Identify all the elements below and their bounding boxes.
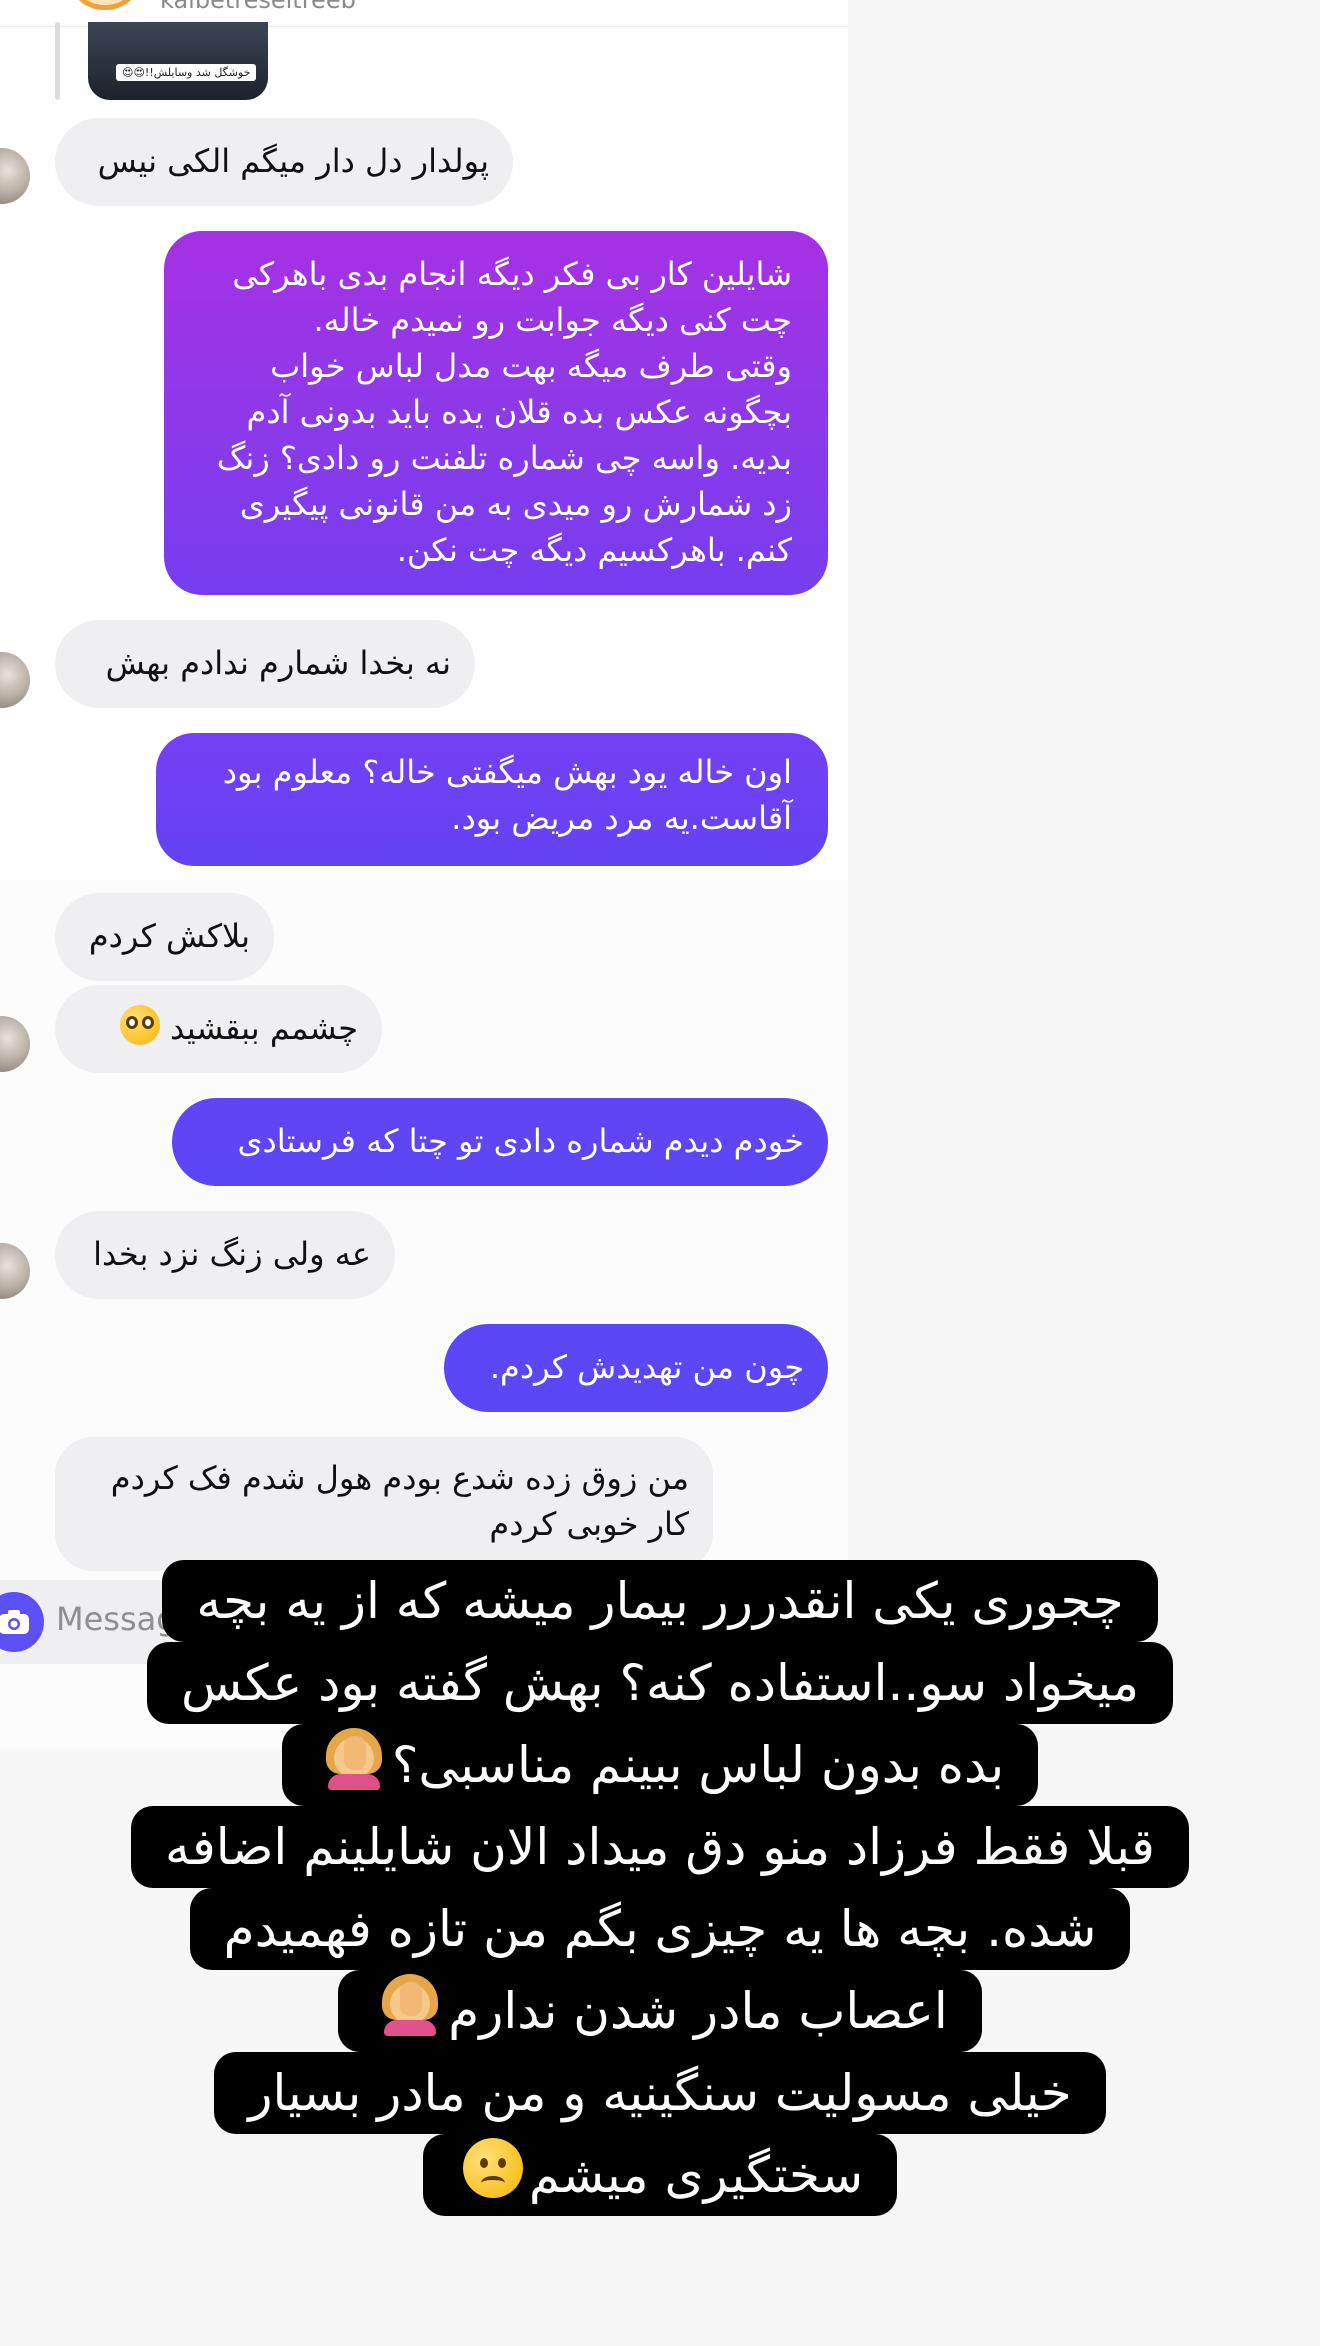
message-line: کنم. باهرکسیم دیگه چت نکن.: [396, 531, 792, 569]
story-line-text: سختگیری میشم: [528, 2146, 864, 2204]
outgoing-message[interactable]: چون من تهدیدش کردم.: [444, 1324, 828, 1412]
message-text: عه ولی زنگ نزد بخدا: [93, 1235, 371, 1273]
story-line: شده. بچه ها یه چیزی بگم من تازه فهمیدم: [189, 1888, 1131, 1970]
outgoing-message[interactable]: شایلین کار بی فکر دیگه انجام بدی باهرکی …: [164, 231, 828, 595]
message-line: آقاست.یه مرد مریض بود.: [451, 799, 792, 837]
message-line: کار خوبی کردم: [489, 1505, 689, 1543]
message-text: چشمم ببقشید: [169, 1009, 358, 1047]
replied-story-caption: خوشگل شد وسایلش!!😍😍: [116, 64, 257, 81]
facepalm-icon: [322, 1726, 386, 1790]
sender-avatar[interactable]: [0, 652, 30, 708]
incoming-message[interactable]: نه بخدا شمارم ندادم بهش: [55, 620, 475, 708]
header-username[interactable]: kalbetreseitreeb: [160, 0, 356, 14]
frowning-face-icon: [462, 2138, 523, 2198]
story-line: سختگیری میشم: [422, 2134, 898, 2216]
message-line: شایلین کار بی فکر دیگه انجام بدی باهرکی: [232, 255, 792, 293]
message-line: بدیه. واسه چی شماره تلفنت رو دادی؟ زنگ: [216, 439, 792, 477]
replied-story-thumbnail[interactable]: خوشگل شد وسایلش!!😍😍: [88, 22, 268, 100]
outgoing-message[interactable]: خودم دیدم شماره دادی تو چتا که فرستادی: [172, 1098, 828, 1186]
story-line-text: اعصاب مادر شدن ندارم: [448, 1982, 948, 2040]
story-line: قبلا فقط فرزاد منو دق میداد الان شایلینم…: [131, 1806, 1189, 1888]
story-line: میخواد سو..استفاده کنه؟ بهش گفته بود عکس: [146, 1642, 1173, 1724]
story-line: اعصاب مادر شدن ندارم: [338, 1970, 982, 2052]
chat-thread: kalbetreseitreeb خوشگل شد وسایلش!!😍😍 پول…: [0, 0, 848, 1750]
story-text-overlay: چجوری یکی انقدررر بیمار میشه که از یه بچ…: [0, 1560, 1320, 2216]
pleading-face-icon: [119, 1005, 160, 1045]
message-text: خودم دیدم شماره دادی تو چتا که فرستادی: [237, 1122, 804, 1160]
story-line-text: بده بدون لباس ببینم مناسبی؟: [391, 1736, 1005, 1794]
sender-avatar[interactable]: [0, 148, 30, 204]
message-line: اون خاله یود بهش میگفتی خاله؟ معلوم بود: [222, 753, 792, 791]
message-line: چت کنی دیگه جوابت رو نمیدم خاله.: [313, 301, 793, 339]
incoming-message[interactable]: چشمم ببقشید: [55, 985, 382, 1073]
message-line: بچگونه عکس بده قلان یده باید بدونی آدم: [246, 393, 792, 431]
message-text: نه بخدا شمارم ندادم بهش: [105, 644, 451, 682]
story-line: چجوری یکی انقدررر بیمار میشه که از یه بچ…: [162, 1560, 1158, 1642]
reply-indicator-bar: [55, 22, 60, 100]
message-line: وقتی طرف میگه بهت مدل لباس خواب: [270, 347, 792, 385]
story-line: بده بدون لباس ببینم مناسبی؟: [281, 1724, 1039, 1806]
message-text: بلاکش کردم: [88, 917, 250, 955]
message-text: چون من تهدیدش کردم.: [489, 1348, 804, 1386]
story-line: خیلی مسولیت سنگینیه و من مادر بسیار: [214, 2052, 1106, 2134]
message-line: زد شمارش رو میدی به من قانونی پیگیری: [239, 485, 792, 523]
outgoing-message[interactable]: اون خاله یود بهش میگفتی خاله؟ معلوم بود …: [156, 733, 828, 866]
message-line: من زوق زده شدع بودم هول شدم فک کردم: [110, 1459, 689, 1497]
incoming-message[interactable]: پولدار دل دار میگم الکی نیس: [55, 118, 513, 206]
message-text: پولدار دل دار میگم الکی نیس: [97, 142, 489, 180]
incoming-message[interactable]: عه ولی زنگ نزد بخدا: [55, 1211, 395, 1299]
incoming-message[interactable]: من زوق زده شدع بودم هول شدم فک کردم کار …: [55, 1437, 713, 1571]
header-avatar[interactable]: [74, 0, 136, 10]
incoming-message[interactable]: بلاکش کردم: [55, 893, 274, 981]
facepalm-icon: [378, 1972, 442, 2036]
